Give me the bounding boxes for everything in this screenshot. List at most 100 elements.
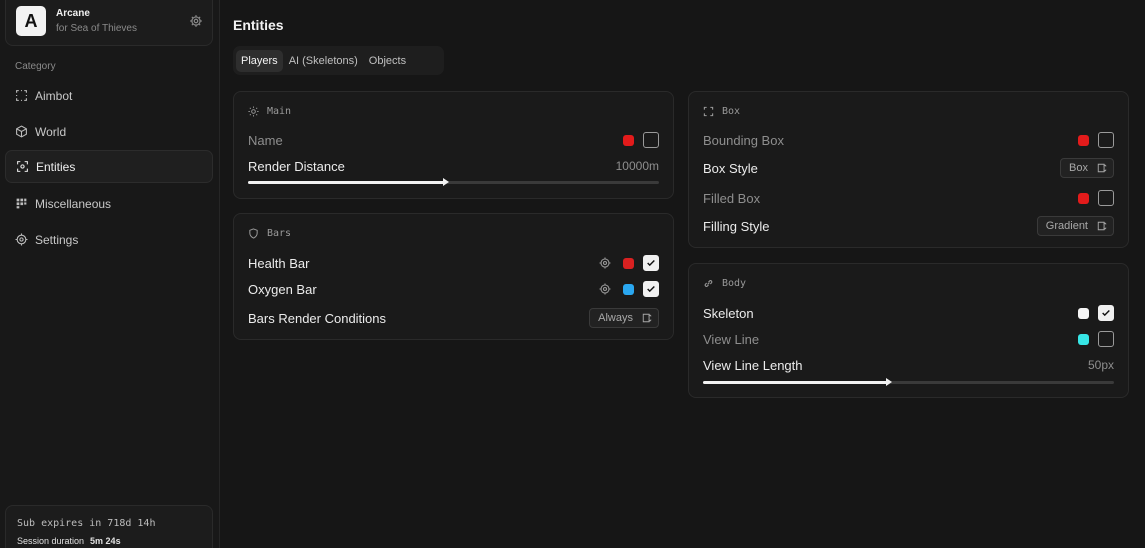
render-distance-value: 10000m <box>615 159 659 173</box>
name-label: Name <box>248 132 283 148</box>
gear-icon[interactable] <box>599 283 611 295</box>
select-value: Gradient <box>1045 220 1088 232</box>
sidebar-item-miscellaneous[interactable]: Miscellaneous <box>5 187 213 220</box>
render-distance-label: Render Distance <box>248 158 345 174</box>
skeleton-row: Skeleton <box>703 304 1114 322</box>
app-logo: A <box>16 6 46 36</box>
body-card: Body Skeleton View Line View Line Length… <box>688 263 1129 398</box>
check-icon <box>647 285 655 293</box>
view-line-label: View Line <box>703 331 760 347</box>
view-line-row: View Line <box>703 330 1114 348</box>
sidebar-item-aimbot[interactable]: Aimbot <box>5 79 213 112</box>
skeleton-checkbox[interactable] <box>1098 305 1114 321</box>
name-checkbox[interactable] <box>643 132 659 148</box>
filled-box-checkbox[interactable] <box>1098 190 1114 206</box>
name-row: Name <box>248 131 659 149</box>
card-title: Body <box>722 278 747 289</box>
sidebar-item-label: World <box>35 124 67 139</box>
brand-header: A Arcane for Sea of Thieves <box>5 0 213 46</box>
card-title: Bars <box>267 228 292 239</box>
bars-render-conditions-label: Bars Render Conditions <box>248 310 387 326</box>
chevron-updown-icon <box>1097 163 1107 173</box>
page-title: Entities <box>233 17 284 33</box>
slider-handle[interactable] <box>885 378 892 386</box>
view-line-color-swatch[interactable] <box>1078 333 1089 345</box>
card-title: Box <box>722 106 741 117</box>
bounding-box-label: Bounding Box <box>703 132 784 148</box>
view-line-checkbox[interactable] <box>1098 331 1114 347</box>
bars-render-conditions-row: Bars Render Conditions Always <box>248 307 659 329</box>
view-line-length-slider[interactable] <box>703 378 1114 386</box>
filling-style-select[interactable]: Gradient <box>1036 216 1114 236</box>
sidebar-item-label: Settings <box>35 232 79 247</box>
tab-ai-skeletons[interactable]: AI (Skeletons) <box>284 50 363 72</box>
main-card: Main Name Render Distance 10000m <box>233 91 674 199</box>
subscription-expiry: Sub expires in 718d 14h <box>17 518 156 529</box>
shield-icon <box>248 228 259 239</box>
body-card-header: Body <box>703 278 746 289</box>
chevron-updown-icon <box>1097 221 1107 231</box>
session-label: Session duration <box>17 536 85 546</box>
gear-icon[interactable] <box>189 14 203 28</box>
box-card-header: Box <box>703 106 740 117</box>
oxygen-bar-row: Oxygen Bar <box>248 280 659 298</box>
tab-bar: Players AI (Skeletons) Objects <box>233 46 444 75</box>
box-style-label: Box Style <box>703 160 758 176</box>
chevron-updown-icon <box>642 313 652 323</box>
sidebar: A Arcane for Sea of Thieves Category Aim… <box>0 0 220 548</box>
filling-style-row: Filling Style Gradient <box>703 215 1114 237</box>
card-title: Main <box>267 106 292 117</box>
main-card-header: Main <box>248 106 291 117</box>
sidebar-item-label: Miscellaneous <box>35 196 112 211</box>
sidebar-item-label: Entities <box>36 159 76 174</box>
oxygen-bar-color-swatch[interactable] <box>623 283 634 295</box>
name-color-swatch[interactable] <box>623 134 634 146</box>
oxygen-bar-checkbox[interactable] <box>643 281 659 297</box>
gear-icon[interactable] <box>599 257 611 269</box>
category-label: Category <box>15 61 56 72</box>
scan-frame-icon <box>703 106 714 117</box>
tab-objects[interactable]: Objects <box>364 50 411 72</box>
filling-style-label: Filling Style <box>703 218 770 234</box>
filled-box-color-swatch[interactable] <box>1078 192 1089 204</box>
tab-players[interactable]: Players <box>236 49 283 72</box>
slider-fill <box>248 181 446 184</box>
app-name: Arcane <box>56 8 90 19</box>
oxygen-bar-label: Oxygen Bar <box>248 281 317 297</box>
slider-handle[interactable] <box>443 178 450 186</box>
view-line-length-value: 50px <box>1087 358 1114 372</box>
bars-card-header: Bars <box>248 228 291 239</box>
app-subtitle: for Sea of Thieves <box>56 23 137 34</box>
box-style-select[interactable]: Box <box>1060 158 1114 178</box>
render-distance-slider[interactable] <box>248 178 659 186</box>
sidebar-item-entities[interactable]: Entities <box>5 150 213 183</box>
bars-render-conditions-select[interactable]: Always <box>589 308 659 328</box>
grid-dots-icon <box>15 197 28 210</box>
health-bar-row: Health Bar <box>248 254 659 272</box>
crosshair-dashed-icon <box>15 89 28 102</box>
health-bar-color-swatch[interactable] <box>623 257 634 269</box>
scan-target-icon <box>16 160 29 173</box>
cube-icon <box>15 125 28 138</box>
bars-card: Bars Health Bar Oxygen Bar Bars Render C… <box>233 213 674 340</box>
sidebar-item-label: Aimbot <box>35 88 73 103</box>
bounding-box-color-swatch[interactable] <box>1078 134 1089 146</box>
filled-box-row: Filled Box <box>703 189 1114 207</box>
filled-box-label: Filled Box <box>703 190 761 206</box>
select-value: Box <box>1069 162 1088 174</box>
health-bar-checkbox[interactable] <box>643 255 659 271</box>
bounding-box-checkbox[interactable] <box>1098 132 1114 148</box>
box-card: Box Bounding Box Box Style Box Filled Bo… <box>688 91 1129 248</box>
subscription-box: Sub expires in 718d 14h Session duration… <box>5 505 213 548</box>
sidebar-item-settings[interactable]: Settings <box>5 223 213 256</box>
select-value: Always <box>598 312 633 324</box>
link-icon <box>703 278 714 289</box>
check-icon <box>647 259 655 267</box>
sun-icon <box>248 106 259 117</box>
skeleton-color-swatch[interactable] <box>1078 307 1089 319</box>
skeleton-label: Skeleton <box>703 305 754 321</box>
sidebar-item-world[interactable]: World <box>5 115 213 148</box>
check-icon <box>1102 309 1110 317</box>
health-bar-label: Health Bar <box>248 255 310 271</box>
gear-icon <box>15 233 28 246</box>
